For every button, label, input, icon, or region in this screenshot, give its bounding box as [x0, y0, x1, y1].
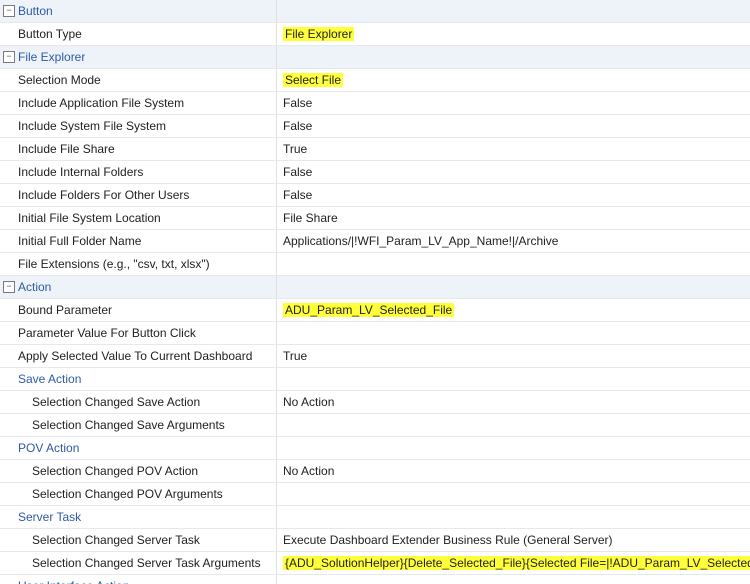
- subcategory-label: Server Task: [18, 510, 81, 524]
- prop-include-app-fs[interactable]: Include Application File System False: [0, 92, 750, 115]
- prop-value[interactable]: No Action: [283, 395, 334, 409]
- prop-selection-mode[interactable]: Selection Mode Select File: [0, 69, 750, 92]
- prop-include-other-users[interactable]: Include Folders For Other Users False: [0, 184, 750, 207]
- prop-button-type[interactable]: Button Type File Explorer: [0, 23, 750, 46]
- prop-initial-fs-location[interactable]: Initial File System Location File Share: [0, 207, 750, 230]
- prop-value[interactable]: ADU_Param_LV_Selected_File: [283, 303, 454, 317]
- prop-initial-full-folder[interactable]: Initial Full Folder Name Applications/|!…: [0, 230, 750, 253]
- prop-label: Apply Selected Value To Current Dashboar…: [18, 349, 252, 363]
- prop-file-extensions[interactable]: File Extensions (e.g., "csv, txt, xlsx"): [0, 253, 750, 276]
- prop-sel-save-action[interactable]: Selection Changed Save Action No Action: [0, 391, 750, 414]
- subcategory-save-action[interactable]: Save Action: [0, 368, 750, 391]
- prop-sel-server-task-args[interactable]: Selection Changed Server Task Arguments …: [0, 552, 750, 575]
- prop-value[interactable]: Applications/|!WFI_Param_LV_App_Name!|/A…: [283, 234, 558, 248]
- property-grid: − Button Button Type File Explorer − Fil…: [0, 0, 750, 584]
- prop-apply-selected[interactable]: Apply Selected Value To Current Dashboar…: [0, 345, 750, 368]
- prop-value[interactable]: False: [283, 188, 312, 202]
- prop-value[interactable]: Select File: [283, 73, 343, 87]
- prop-value[interactable]: {ADU_SolutionHelper}{Delete_Selected_Fil…: [283, 556, 750, 570]
- subcategory-label: POV Action: [18, 441, 79, 455]
- prop-label: Selection Changed POV Action: [32, 464, 198, 478]
- expander-icon[interactable]: −: [3, 5, 15, 17]
- prop-label: Include Folders For Other Users: [18, 188, 189, 202]
- expander-icon[interactable]: −: [3, 51, 15, 63]
- prop-label: Include Application File System: [18, 96, 184, 110]
- subcategory-ui-action[interactable]: User Interface Action: [0, 575, 750, 584]
- prop-label: Selection Changed Server Task: [32, 533, 200, 547]
- prop-sel-save-args: Selection Changed Save Arguments: [0, 414, 750, 437]
- subcategory-server-task[interactable]: Server Task: [0, 506, 750, 529]
- prop-label: Bound Parameter: [18, 303, 112, 317]
- prop-label: Selection Changed POV Arguments: [32, 487, 223, 501]
- prop-label: Include File Share: [18, 142, 115, 156]
- prop-label: Include System File System: [18, 119, 166, 133]
- prop-value[interactable]: False: [283, 165, 312, 179]
- prop-include-internal[interactable]: Include Internal Folders False: [0, 161, 750, 184]
- prop-label: Selection Changed Server Task Arguments: [32, 556, 261, 570]
- prop-param-value-click[interactable]: Parameter Value For Button Click: [0, 322, 750, 345]
- category-label: Button: [18, 4, 53, 18]
- prop-value[interactable]: No Action: [283, 464, 334, 478]
- prop-value[interactable]: True: [283, 142, 307, 156]
- category-button[interactable]: − Button: [0, 0, 750, 23]
- prop-label: Selection Changed Save Arguments: [32, 418, 225, 432]
- prop-label: File Extensions (e.g., "csv, txt, xlsx"): [18, 257, 210, 271]
- subcategory-pov-action[interactable]: POV Action: [0, 437, 750, 460]
- prop-sel-pov-args: Selection Changed POV Arguments: [0, 483, 750, 506]
- prop-value[interactable]: True: [283, 349, 307, 363]
- category-label: Action: [18, 280, 51, 294]
- prop-sel-pov-action[interactable]: Selection Changed POV Action No Action: [0, 460, 750, 483]
- prop-sel-server-task[interactable]: Selection Changed Server Task Execute Da…: [0, 529, 750, 552]
- prop-label: Initial Full Folder Name: [18, 234, 141, 248]
- expander-icon[interactable]: −: [3, 281, 15, 293]
- prop-label: Initial File System Location: [18, 211, 161, 225]
- prop-value[interactable]: False: [283, 119, 312, 133]
- prop-value[interactable]: File Explorer: [283, 27, 354, 41]
- category-label: File Explorer: [18, 50, 85, 64]
- prop-label: Parameter Value For Button Click: [18, 326, 196, 340]
- prop-label: Selection Changed Save Action: [32, 395, 200, 409]
- prop-include-file-share[interactable]: Include File Share True: [0, 138, 750, 161]
- subcategory-label: Save Action: [18, 372, 81, 386]
- prop-include-sys-fs[interactable]: Include System File System False: [0, 115, 750, 138]
- prop-value[interactable]: Execute Dashboard Extender Business Rule…: [283, 533, 613, 547]
- prop-value[interactable]: False: [283, 96, 312, 110]
- category-file-explorer[interactable]: − File Explorer: [0, 46, 750, 69]
- prop-label: Button Type: [18, 27, 82, 41]
- category-action[interactable]: − Action: [0, 276, 750, 299]
- prop-label: Include Internal Folders: [18, 165, 143, 179]
- subcategory-label: User Interface Action: [18, 579, 129, 584]
- prop-bound-parameter[interactable]: Bound Parameter ADU_Param_LV_Selected_Fi…: [0, 299, 750, 322]
- prop-value[interactable]: File Share: [283, 211, 338, 225]
- prop-label: Selection Mode: [18, 73, 101, 87]
